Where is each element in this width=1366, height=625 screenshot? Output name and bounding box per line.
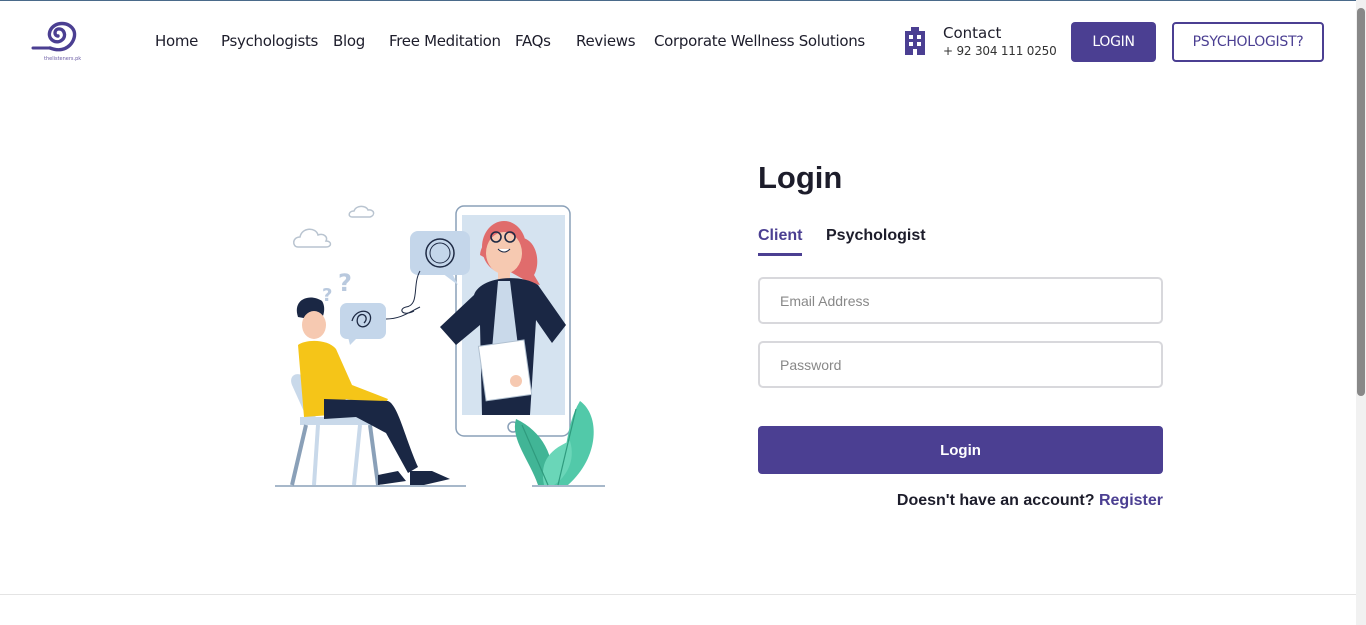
scrollbar-thumb[interactable] [1357,8,1365,396]
section-divider [0,594,1356,595]
login-submit-button[interactable]: Login [758,426,1163,474]
nav-blog[interactable]: Blog [333,32,365,50]
svg-text:?: ? [338,269,352,297]
register-link[interactable]: Register [1099,492,1163,509]
psychologist-button[interactable]: PSYCHOLOGIST? [1172,22,1324,62]
password-field[interactable] [758,341,1163,388]
header-login-button[interactable]: LOGIN [1071,22,1156,62]
tab-psychologist[interactable]: Psychologist [826,227,926,245]
nav-faqs[interactable]: FAQs [515,32,551,50]
nav-corporate-wellness[interactable]: Corporate Wellness Solutions [654,32,865,50]
therapy-session-illustration: ? ? [275,205,605,487]
register-prompt: Doesn't have an account? [896,492,1099,509]
nav-reviews[interactable]: Reviews [576,32,636,50]
nav-psychologists[interactable]: Psychologists [221,32,318,50]
contact-title: Contact [943,24,1002,42]
building-icon [905,27,925,55]
nav-home[interactable]: Home [155,32,198,50]
active-tab-indicator [758,253,802,256]
tab-client[interactable]: Client [758,227,802,245]
nav-free-meditation[interactable]: Free Meditation [389,32,501,50]
contact-phone[interactable]: + 92 304 111 0250 [943,44,1057,58]
email-field[interactable] [758,277,1163,324]
site-header: thelisteners.pk Home Psychologists Blog … [0,1,1356,81]
login-title: Login [758,160,843,195]
svg-text:?: ? [322,285,332,306]
logo-text: thelisteners.pk [44,56,82,62]
register-prompt-line: Doesn't have an account? Register [758,492,1163,510]
